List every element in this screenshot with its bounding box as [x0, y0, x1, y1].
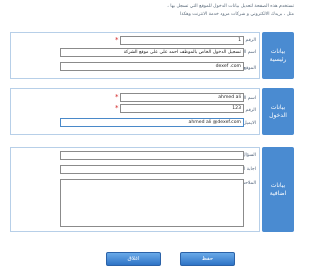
number-field[interactable]: 1 [120, 36, 244, 45]
website-field[interactable]: dexef .com [60, 62, 244, 71]
section-login-data: بيانات الدخول [262, 88, 294, 135]
required-star-icon: * [115, 93, 119, 101]
intro-text: تستخدم هذه الصفحة لتعديل بيانات الدخول ل… [6, 3, 294, 19]
username-field[interactable]: ahmed ali [120, 93, 244, 102]
section-basic-data: بيانات رئيسية [262, 32, 294, 79]
secret-question-field[interactable] [60, 151, 244, 160]
required-star-icon: * [115, 36, 119, 44]
close-button[interactable]: اغلاق [106, 252, 161, 266]
secret-answer-field[interactable] [60, 165, 244, 174]
save-button[interactable]: حفظ [180, 252, 235, 266]
notes-textarea[interactable] [60, 179, 244, 227]
intro-line-1: تستخدم هذه الصفحة لتعديل بيانات الدخول ل… [167, 4, 294, 9]
required-star-icon: * [115, 104, 119, 112]
password-field[interactable]: 123 [120, 104, 244, 113]
email-field[interactable]: ahmed ali @dexef.com [60, 118, 244, 127]
service-name-field[interactable]: تسجيل الدخول الخاص بالموظف احمد على على … [60, 48, 244, 57]
section-extra-data: بيانات اضافية [262, 147, 294, 232]
intro-line-2: مثل ، بريدك الالكتروني و شركات مزود خدمة… [179, 12, 294, 17]
